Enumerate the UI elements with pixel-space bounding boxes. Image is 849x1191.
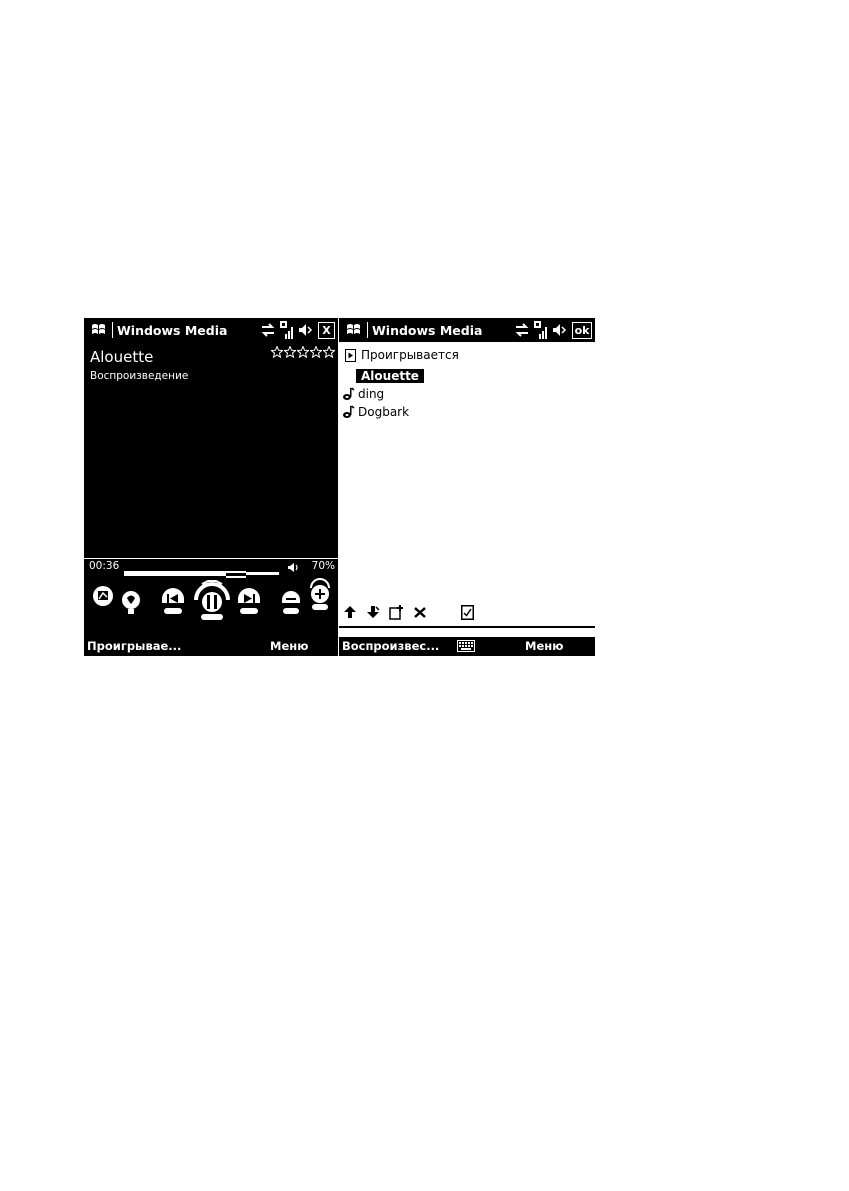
softkey-menu[interactable]: Меню	[270, 639, 308, 653]
windows-start-icon[interactable]	[344, 320, 364, 340]
list-item[interactable]: ding	[339, 386, 595, 404]
track-title: Alouette	[90, 348, 154, 366]
playlist-header-label: Проигрывается	[361, 348, 459, 362]
volume-level: 70%	[311, 560, 335, 572]
seek-thumb[interactable]	[226, 571, 246, 578]
softkey-left[interactable]: Воспроизвес...	[342, 639, 439, 653]
previous-icon[interactable]	[160, 586, 186, 618]
equalizer-icon[interactable]	[91, 584, 115, 608]
delete-icon[interactable]	[413, 605, 427, 619]
properties-icon[interactable]	[461, 604, 474, 620]
move-down-icon[interactable]	[365, 604, 381, 620]
window-title: Windows Media	[117, 322, 228, 338]
volume-down-icon[interactable]	[280, 588, 302, 618]
window-title: Windows Media	[372, 322, 483, 338]
star-icon[interactable]	[323, 346, 335, 358]
close-button[interactable]: X	[318, 321, 335, 339]
softkey-menu[interactable]: Меню	[525, 639, 563, 653]
star-icon[interactable]	[310, 346, 322, 358]
list-item[interactable]: Dogbark	[339, 404, 595, 422]
seek-bar-row: 00:36 70%	[84, 558, 338, 578]
star-icon[interactable]	[297, 346, 309, 358]
playback-controls	[84, 578, 338, 624]
bulb-icon[interactable]	[120, 590, 142, 616]
title-separator	[367, 322, 368, 338]
keyboard-icon[interactable]	[457, 640, 475, 652]
windows-start-icon[interactable]	[89, 320, 109, 340]
ok-button[interactable]: ok	[572, 321, 592, 339]
connectivity-icon[interactable]	[514, 323, 530, 337]
title-bar: Windows Media X	[84, 318, 338, 342]
playlist-toolbar	[343, 604, 474, 620]
elapsed-time: 00:36	[89, 560, 120, 572]
move-up-icon[interactable]	[343, 605, 357, 619]
title-bar: Windows Media ok	[339, 318, 595, 342]
add-item-icon[interactable]	[389, 604, 405, 620]
seek-bar[interactable]	[124, 571, 279, 578]
star-icon[interactable]	[284, 346, 296, 358]
seek-progress	[124, 571, 226, 576]
speaker-icon[interactable]	[552, 323, 568, 337]
track-name: Dogbark	[358, 405, 410, 419]
music-note-icon	[343, 387, 355, 400]
speaker-icon[interactable]	[298, 323, 314, 337]
playback-status: Воспроизведение	[90, 370, 189, 382]
playlist-header: Проигрывается	[345, 348, 459, 362]
star-icon[interactable]	[271, 346, 283, 358]
rating-stars[interactable]	[271, 346, 335, 358]
music-note-icon	[343, 405, 355, 418]
volume-icon[interactable]	[287, 562, 300, 573]
pause-icon[interactable]	[192, 578, 232, 622]
now-playing-list-icon	[345, 348, 356, 362]
softkey-left[interactable]: Проигрывае...	[87, 639, 181, 653]
signal-strength-icon[interactable]	[534, 321, 548, 339]
playlist-screen: Windows Media ok Проигрывается Alouette …	[339, 318, 595, 656]
track-name: Alouette	[356, 369, 424, 383]
track-name: ding	[358, 387, 385, 401]
list-item[interactable]: Alouette	[339, 368, 595, 386]
now-playing-screen: Windows Media X Alouette Воспроизведение…	[84, 318, 338, 656]
volume-up-icon[interactable]	[306, 578, 334, 612]
next-icon[interactable]	[236, 586, 262, 618]
softkey-bar: Воспроизвес... Меню	[339, 637, 595, 656]
toolbar-divider	[339, 626, 595, 628]
connectivity-icon[interactable]	[260, 323, 276, 337]
playlist: Alouette ding Dogbark	[339, 368, 595, 422]
softkey-bar: Проигрывае... Меню	[84, 637, 338, 656]
title-separator	[112, 322, 113, 338]
signal-strength-icon[interactable]	[280, 321, 294, 339]
